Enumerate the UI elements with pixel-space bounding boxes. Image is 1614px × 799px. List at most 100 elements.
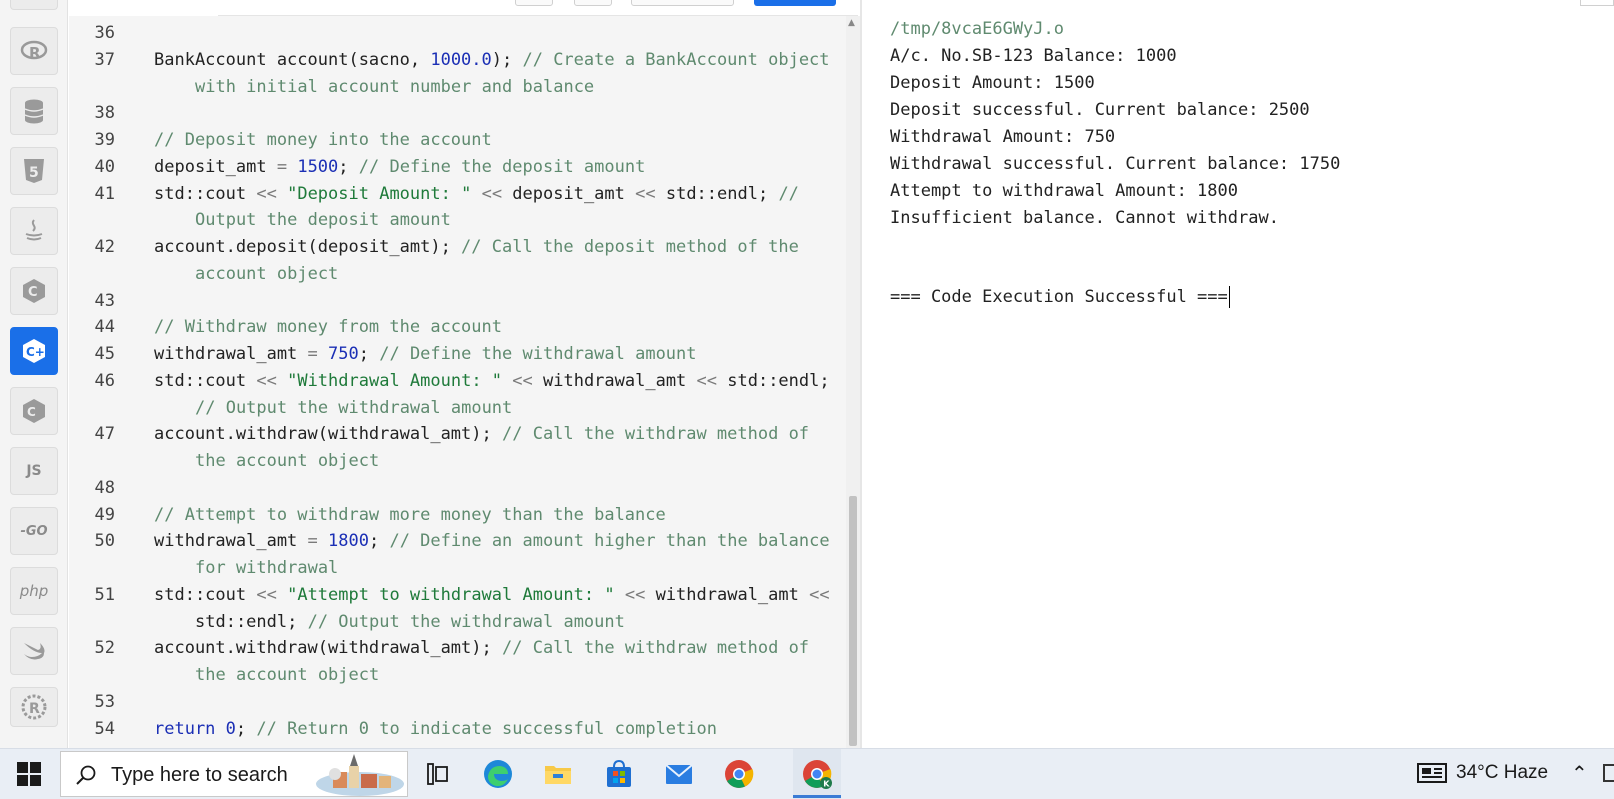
code-line[interactable]: 50 withdrawal_amt = 1800; // Define an am… xyxy=(69,528,846,555)
code-line-continuation[interactable]: std::endl; // Output the withdrawal amou… xyxy=(69,609,846,636)
file-explorer-button[interactable] xyxy=(541,757,575,791)
edge-button[interactable] xyxy=(481,757,515,791)
line-number: 38 xyxy=(94,103,115,124)
code-line[interactable]: 39 // Deposit money into the account xyxy=(69,127,846,154)
language-button-top-partial[interactable] xyxy=(10,0,58,10)
active-app-indicator xyxy=(793,795,841,798)
code-token: ); xyxy=(491,49,523,70)
language-cpp-button[interactable]: C+ xyxy=(10,327,58,375)
code-line[interactable]: 52 account.withdraw(withdrawal_amt); // C… xyxy=(69,635,846,662)
show-hidden-icons-chevron-icon[interactable]: ⌃ xyxy=(1571,761,1588,785)
toolbar-button-3[interactable] xyxy=(631,0,734,6)
code-token: // Call the withdraw method of xyxy=(502,424,810,445)
code-line[interactable]: 49 // Attempt to withdraw more money than… xyxy=(69,502,846,529)
language-c-button[interactable]: C xyxy=(10,267,58,315)
r-icon: R xyxy=(20,40,48,62)
language-php-button[interactable]: php xyxy=(10,567,58,615)
code-line[interactable]: 44 // Withdraw money from the account xyxy=(69,314,846,341)
language-sidebar: R 5 C C+ C JS -GO php R xyxy=(0,0,68,748)
code-token: std::cout xyxy=(154,183,257,204)
code-token: withdrawal_amt xyxy=(154,344,308,364)
toolbar-button-2[interactable] xyxy=(574,0,612,6)
code-line-continuation[interactable]: the account object xyxy=(69,448,846,475)
code-token: << xyxy=(256,370,277,391)
code-line-continuation[interactable]: with initial account number and balance xyxy=(69,74,846,101)
code-text: // Attempt to withdraw more money than t… xyxy=(154,502,666,529)
mail-button[interactable] xyxy=(662,757,696,791)
code-token: // Call the deposit method of the xyxy=(461,237,799,257)
code-line[interactable]: 40 deposit_amt = 1500; // Define the depo… xyxy=(69,154,846,181)
toolbar-button-1[interactable] xyxy=(515,0,553,6)
code-token: = xyxy=(307,531,318,552)
code-line-continuation[interactable]: for withdrawal xyxy=(69,555,846,582)
code-token: // Define an amount higher than the bala… xyxy=(389,531,830,552)
go-icon: -GO xyxy=(20,523,48,539)
editor-scrollbar[interactable]: ▲ xyxy=(846,16,860,748)
text-caret xyxy=(1228,286,1230,308)
code-token: account.deposit(deposit_amt); xyxy=(154,237,462,257)
language-html5-button[interactable]: 5 xyxy=(10,147,58,195)
code-token: 0 xyxy=(225,718,236,739)
code-text: Output the deposit amount xyxy=(195,207,451,234)
search-placeholder: Type here to search xyxy=(111,764,288,786)
output-line: Attempt to withdrawal Amount: 1800 xyxy=(890,181,1238,201)
language-csharp-button[interactable]: C xyxy=(10,387,58,435)
windows-taskbar: Type here to search K 34°C Haze ⌃ xyxy=(0,748,1614,799)
chrome-button[interactable] xyxy=(722,757,756,791)
language-rust-button[interactable]: R xyxy=(10,687,58,727)
code-line[interactable]: 42 account.deposit(deposit_amt); // Call … xyxy=(69,234,846,261)
language-go-button[interactable]: -GO xyxy=(10,507,58,555)
scrollbar-thumb[interactable] xyxy=(849,496,857,746)
line-number: 46 xyxy=(94,370,115,391)
task-view-button[interactable] xyxy=(420,757,454,791)
code-line[interactable]: 54 return 0; // Return 0 to indicate succ… xyxy=(69,716,846,743)
microsoft-store-button[interactable] xyxy=(602,757,636,791)
code-line[interactable]: 46 std::cout << "Withdrawal Amount: " << … xyxy=(69,368,846,395)
language-java-button[interactable] xyxy=(10,207,58,255)
language-sql-button[interactable] xyxy=(10,87,58,135)
language-swift-button[interactable] xyxy=(10,627,58,675)
system-tray-partial-icon[interactable] xyxy=(1603,764,1614,782)
task-view-icon xyxy=(427,763,448,785)
taskbar-search-box[interactable]: Type here to search xyxy=(60,751,408,797)
search-highlight-town-icon xyxy=(316,754,404,796)
code-line-continuation[interactable]: account object xyxy=(69,261,846,288)
news-weather-icon[interactable] xyxy=(1417,762,1447,784)
php-icon: php xyxy=(19,582,49,600)
output-toolbar-button[interactable] xyxy=(1580,0,1614,6)
code-line[interactable]: 47 account.withdraw(withdrawal_amt); // C… xyxy=(69,421,846,448)
code-token: std::endl; xyxy=(717,370,830,391)
scroll-up-arrow-icon[interactable]: ▲ xyxy=(848,18,855,28)
language-r-button[interactable]: R xyxy=(10,27,58,75)
weather-status[interactable]: 34°C Haze xyxy=(1456,762,1548,784)
code-token: Output the deposit amount xyxy=(195,210,451,231)
code-line[interactable]: 48 xyxy=(69,475,846,502)
code-token: // Create a BankAccount object xyxy=(522,49,830,70)
code-line[interactable]: 41 std::cout << "Deposit Amount: " << dep… xyxy=(69,181,846,208)
code-line[interactable]: 38 xyxy=(69,100,846,127)
windows-start-icon[interactable] xyxy=(17,762,41,786)
output-line: Insufficient balance. Cannot withdraw. xyxy=(890,208,1279,228)
run-button[interactable] xyxy=(754,0,836,6)
code-editor[interactable]: 36 37 BankAccount account(sacno, 1000.0); … xyxy=(69,16,846,748)
code-line[interactable]: 37 BankAccount account(sacno, 1000.0); //… xyxy=(69,47,846,74)
code-line[interactable]: 36 xyxy=(69,20,846,47)
code-line[interactable]: 51 std::cout << "Attempt to withdrawal Am… xyxy=(69,582,846,609)
code-line[interactable]: 53 xyxy=(69,689,846,716)
code-line[interactable]: 43 xyxy=(69,288,846,315)
code-line-continuation[interactable]: the account object xyxy=(69,662,846,689)
c-icon: C xyxy=(23,279,45,303)
line-number: 43 xyxy=(94,290,115,311)
code-line-continuation[interactable]: // Output the withdrawal amount xyxy=(69,395,846,422)
language-javascript-button[interactable]: JS xyxy=(10,447,58,495)
chrome-profile-button[interactable]: K xyxy=(800,757,834,791)
code-line[interactable]: 45 withdrawal_amt = 750; // Define the wi… xyxy=(69,341,846,368)
code-line-continuation[interactable]: Output the deposit amount xyxy=(69,207,846,234)
code-token: the account object xyxy=(195,665,380,685)
editor-toolbar xyxy=(218,0,858,16)
